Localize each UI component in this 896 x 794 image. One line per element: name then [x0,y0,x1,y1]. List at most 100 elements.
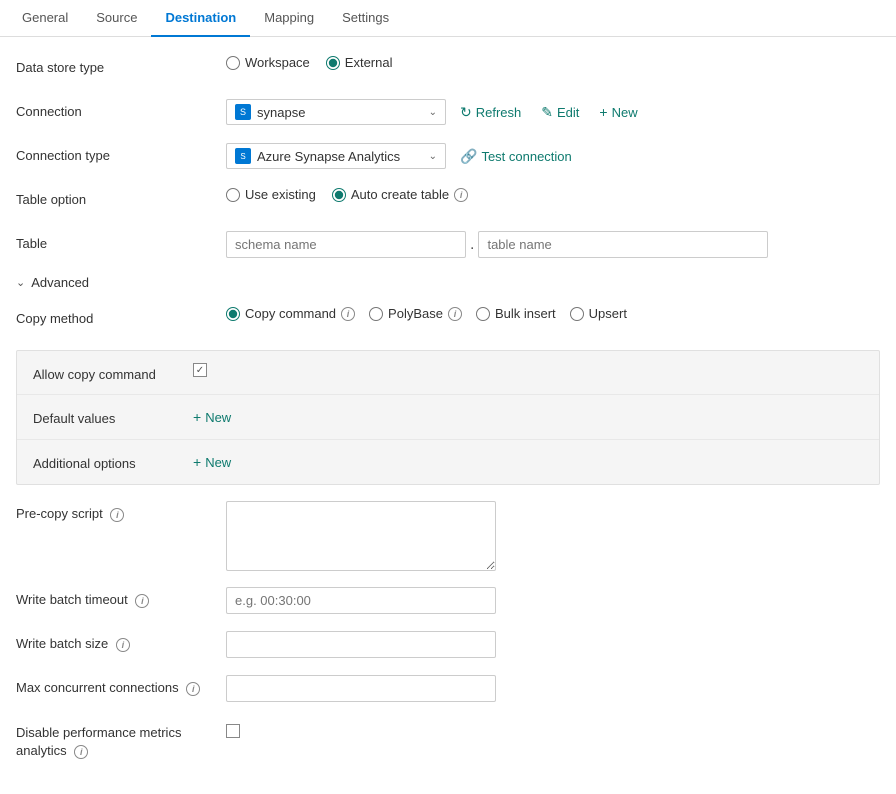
default-values-new-button[interactable]: + New [193,407,231,427]
connection-controls: S synapse ⌄ ↻ Refresh ✎ Edit + New [226,99,880,125]
tab-source[interactable]: Source [82,0,151,37]
max-concurrent-controls [226,675,880,702]
test-connection-label: Test connection [481,149,571,164]
pre-copy-script-textarea[interactable] [226,501,496,571]
data-store-type-row: Data store type Workspace External [16,55,880,83]
connection-value: synapse [257,105,423,120]
workspace-radio-input[interactable] [226,56,240,70]
table-controls: . [226,231,880,258]
write-batch-size-label: Write batch size i [16,631,226,652]
copy-method-row: Copy method Copy command i PolyBase i Bu… [16,306,880,334]
default-values-label: Default values [33,407,193,426]
test-connection-button[interactable]: 🔗 Test connection [454,144,578,169]
additional-options-new-label: New [205,455,231,470]
external-radio[interactable]: External [326,55,393,70]
disable-perf-checkbox[interactable] [226,724,240,738]
default-values-plus-icon: + [193,409,201,425]
connection-dropdown[interactable]: S synapse ⌄ [226,99,446,125]
bulk-insert-radio[interactable]: Bulk insert [476,306,556,321]
connection-type-value: Azure Synapse Analytics [257,149,423,164]
table-option-label: Table option [16,187,226,207]
edit-button[interactable]: ✎ Edit [535,100,585,125]
destination-form: Data store type Workspace External Conne… [0,37,896,794]
refresh-label: Refresh [476,105,522,120]
write-batch-timeout-input[interactable] [226,587,496,614]
additional-options-new-button[interactable]: + New [193,452,231,472]
advanced-section[interactable]: ⌄ Advanced [16,275,880,290]
additional-options-controls: + New [193,452,863,472]
table-row: Table . [16,231,880,259]
default-values-row: Default values + New [17,395,879,440]
upsert-radio-input[interactable] [570,307,584,321]
refresh-button[interactable]: ↻ Refresh [454,100,527,125]
table-name-inputs: . [226,231,768,258]
write-batch-size-info-icon[interactable]: i [116,638,130,652]
additional-options-row: Additional options + New [17,440,879,484]
default-values-controls: + New [193,407,863,427]
new-connection-button[interactable]: + New [593,100,643,124]
dot-separator: . [470,236,474,254]
allow-copy-command-checkbox[interactable]: ✓ [193,363,207,377]
table-name-input[interactable] [478,231,768,258]
disable-perf-info-icon[interactable]: i [74,745,88,759]
bulk-insert-radio-input[interactable] [476,307,490,321]
pre-copy-script-row: Pre-copy script i [16,501,880,571]
pre-copy-script-controls [226,501,880,571]
allow-copy-command-controls: ✓ [193,363,863,377]
tab-general[interactable]: General [8,0,82,37]
use-existing-radio[interactable]: Use existing [226,187,316,202]
auto-create-info-icon[interactable]: i [454,188,468,202]
copy-command-label: Copy command [245,306,336,321]
upsert-radio[interactable]: Upsert [570,306,627,321]
max-concurrent-info-icon[interactable]: i [186,682,200,696]
use-existing-radio-input[interactable] [226,188,240,202]
data-store-type-controls: Workspace External [226,55,880,70]
chevron-down-icon: ⌄ [429,107,437,118]
connection-type-dropdown[interactable]: S Azure Synapse Analytics ⌄ [226,143,446,169]
copy-command-info-icon[interactable]: i [341,307,355,321]
copy-command-radio-input[interactable] [226,307,240,321]
workspace-radio[interactable]: Workspace [226,55,310,70]
refresh-icon: ↻ [460,104,472,121]
connection-type-controls: S Azure Synapse Analytics ⌄ 🔗 Test conne… [226,143,880,169]
plus-icon: + [599,104,607,120]
pre-copy-info-icon[interactable]: i [110,508,124,522]
tab-destination[interactable]: Destination [151,0,250,37]
use-existing-label: Use existing [245,187,316,202]
connection-db-icon: S [235,104,251,120]
table-option-row: Table option Use existing Auto create ta… [16,187,880,215]
pre-copy-script-label: Pre-copy script i [16,501,226,522]
polybase-label: PolyBase [388,306,443,321]
bulk-insert-label: Bulk insert [495,306,556,321]
max-concurrent-label: Max concurrent connections i [16,675,226,696]
additional-options-plus-icon: + [193,454,201,470]
disable-perf-row: Disable performance metrics analytics i [16,719,880,760]
tab-mapping[interactable]: Mapping [250,0,328,37]
copy-command-radio[interactable]: Copy command i [226,306,355,321]
connection-row: Connection S synapse ⌄ ↻ Refresh ✎ Edit … [16,99,880,127]
polybase-radio-input[interactable] [369,307,383,321]
write-batch-size-input[interactable] [226,631,496,658]
polybase-info-icon[interactable]: i [448,307,462,321]
write-batch-size-row: Write batch size i [16,631,880,659]
allow-copy-command-row: Allow copy command ✓ [17,351,879,395]
default-values-new-label: New [205,410,231,425]
chevron-down-icon-2: ⌄ [429,151,437,162]
external-radio-input[interactable] [326,56,340,70]
tab-settings[interactable]: Settings [328,0,403,37]
table-option-controls: Use existing Auto create table i [226,187,880,202]
write-batch-timeout-info-icon[interactable]: i [135,594,149,608]
connection-type-row: Connection type S Azure Synapse Analytic… [16,143,880,171]
synapse-icon: S [235,148,251,164]
chevron-down-icon-3: ⌄ [16,276,25,289]
copy-command-section: Allow copy command ✓ Default values + Ne… [16,350,880,485]
write-batch-timeout-row: Write batch timeout i [16,587,880,615]
polybase-radio[interactable]: PolyBase i [369,306,462,321]
test-connection-icon: 🔗 [460,148,477,165]
copy-method-controls: Copy command i PolyBase i Bulk insert Up… [226,306,880,321]
max-concurrent-input[interactable] [226,675,496,702]
schema-name-input[interactable] [226,231,466,258]
tab-bar: General Source Destination Mapping Setti… [0,0,896,37]
auto-create-radio-input[interactable] [332,188,346,202]
auto-create-radio[interactable]: Auto create table i [332,187,468,202]
